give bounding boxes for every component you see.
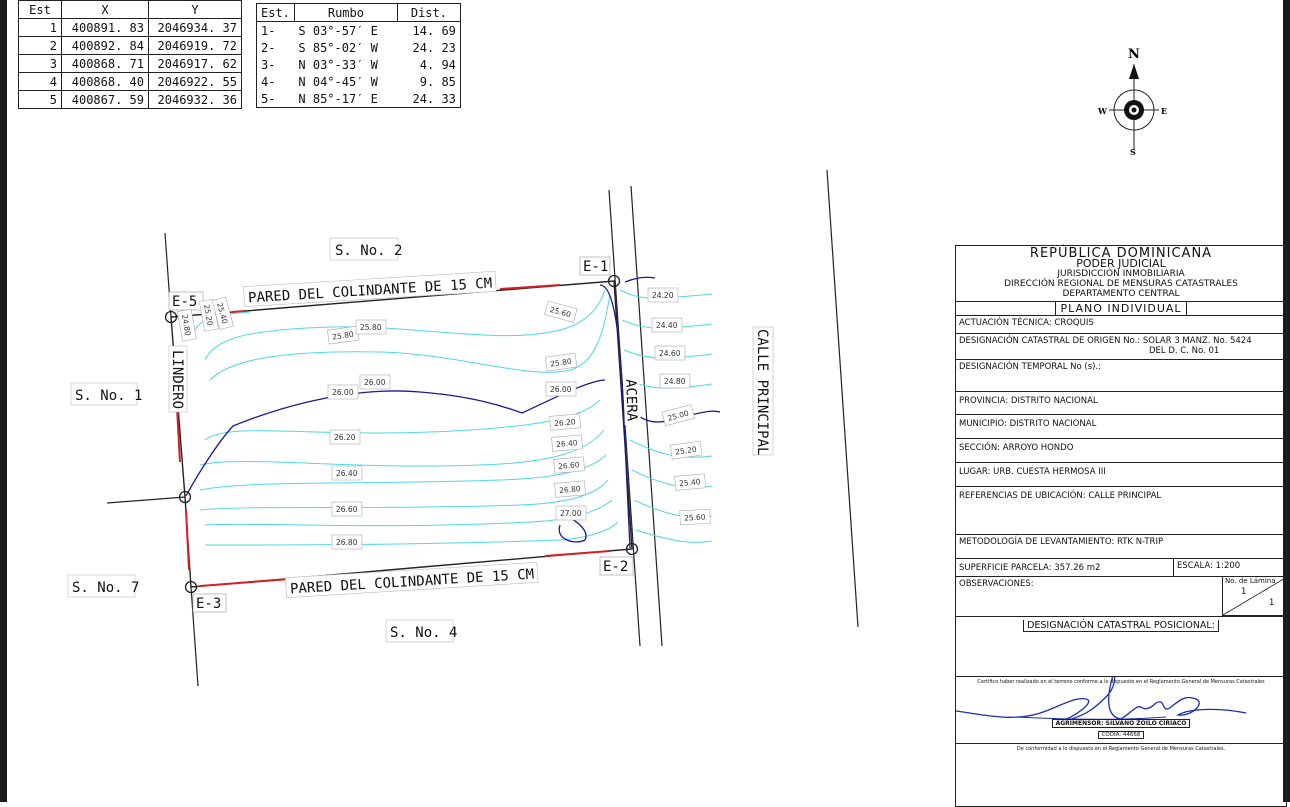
vertex-label-e5: E-5 (172, 294, 197, 310)
neighbor-label-s1: S. No. 1 (75, 388, 142, 404)
contour-label: 26.00 (332, 388, 354, 397)
compass-s: S (1130, 147, 1136, 157)
observaciones-row: OBSERVACIONES: No. de Lámina 1 1 (956, 576, 1287, 616)
signature-row: Certifico haber realizado en el terreno … (956, 676, 1286, 743)
contour-label: 24.80 (664, 377, 686, 386)
agrimensor-text: AGRIMENSOR: SILVANO ZOILO CIRIACO (1051, 719, 1191, 728)
lamina-box: No. de Lámina 1 1 (1222, 577, 1287, 616)
acera-label: ACERA (622, 379, 639, 422)
parcel-polygon (170, 280, 633, 588)
escala-text: ESCALA: 1:200 (1173, 559, 1243, 576)
posicional-text: DESIGNACIÓN CATASTRAL POSICIONAL: (1023, 620, 1219, 632)
title-header: REPÚBLICA DOMINICANA PODER JUDICIAL JURI… (956, 247, 1286, 299)
north-arrow-icon: N S E W (1097, 47, 1167, 157)
lamina-number: 1 (1241, 587, 1247, 597)
vertex-label-e2: E-2 (603, 559, 628, 575)
contour-label: 26.20 (334, 433, 356, 442)
contour-label: 26.00 (364, 378, 386, 387)
neighbor-label-s4: S. No. 4 (390, 625, 457, 641)
contour-label: 26.40 (556, 438, 578, 449)
actuacion-row: ACTUACIÓN TÉCNICA: CROQUIS (956, 315, 1286, 333)
temporal-text: DESIGNACIÓN TEMPORAL No (s).: (959, 362, 1102, 372)
contour-label: 25.60 (684, 512, 706, 522)
referencias-row: REFERENCIAS DE UBICACIÓN: CALLE PRINCIPA… (956, 486, 1286, 534)
codia-line: CODIA: 44668 (956, 731, 1286, 739)
contour-label: 26.60 (336, 505, 358, 514)
municipio-text: MUNICIPIO: DISTRITO NACIONAL (959, 419, 1097, 429)
neighbor-label-s2: S. No. 2 (335, 243, 402, 259)
contour-label: 26.00 (550, 385, 572, 394)
origen-text-2: DEL D. C. No. 01 (1149, 346, 1220, 356)
conformidad-row: De conformidad a lo dispuesto en el Regl… (956, 743, 1286, 806)
contour-label: 26.20 (554, 417, 576, 428)
direction-title: DIRECCIÓN REGIONAL DE MENSURAS CATASTRAL… (1004, 279, 1238, 289)
power-title: PODER JUDICIAL (1076, 257, 1166, 270)
compass-w: W (1097, 106, 1108, 116)
compass-e: E (1161, 106, 1167, 116)
origen-text: DESIGNACIÓN CATASTRAL DE ORIGEN No.: SOL… (959, 336, 1252, 346)
vertex-label-e1: E-1 (583, 259, 608, 275)
compass-n: N (1128, 47, 1140, 62)
lamina-total: 1 (1269, 598, 1275, 608)
neighbor-label-s7: S. No. 7 (72, 580, 139, 596)
contour-label: 26.60 (558, 460, 580, 471)
contour-label: 27.00 (560, 509, 582, 518)
metodologia-text: METODOLOGÍA DE LEVANTAMIENTO: RTK N-TRIP (959, 537, 1164, 547)
codia-text: CODIA: 44668 (1097, 731, 1145, 739)
origen-row: DESIGNACIÓN CATASTRAL DE ORIGEN No.: SOL… (956, 333, 1286, 359)
actuacion-text: ACTUACIÓN TÉCNICA: CROQUIS (959, 318, 1094, 328)
contour-label: 25.40 (679, 477, 701, 488)
lamina-label: No. de Lámina (1225, 577, 1276, 585)
temporal-row: DESIGNACIÓN TEMPORAL No (s).: (956, 359, 1286, 391)
contour-label: 24.20 (652, 291, 674, 300)
superficie-text: SUPERFICIE PARCELA: 357.26 m2 (959, 563, 1101, 573)
seccion-row: SECCIÓN: ARROYO HONDO (956, 438, 1286, 462)
seccion-text: SECCIÓN: ARROYO HONDO (959, 443, 1074, 453)
contour-label: 26.80 (336, 538, 358, 547)
contour-label: 24.60 (659, 349, 681, 358)
referencias-text: REFERENCIAS DE UBICACIÓN: CALLE PRINCIPA… (959, 491, 1162, 501)
plan-type-row: PLANO INDIVIDUAL (956, 301, 1286, 315)
conformidad-text: De conformidad a lo dispuesto en el Regl… (1016, 746, 1226, 752)
agrimensor-line: AGRIMENSOR: SILVANO ZOILO CIRIACO (956, 719, 1286, 728)
calle-principal-label: CALLE PRINCIPAL (754, 329, 770, 455)
lugar-text: LUGAR: URB. CUESTA HERMOSA III (959, 467, 1106, 477)
jurisdiction-title: JURISDICCIÓN INMOBILIARIA (1057, 269, 1185, 279)
contour-label: 25.80 (360, 323, 382, 332)
lugar-row: LUGAR: URB. CUESTA HERMOSA III (956, 462, 1286, 486)
contour-label: 26.40 (336, 469, 358, 478)
plan-type: PLANO INDIVIDUAL (1055, 302, 1187, 315)
boundary-line (106, 496, 186, 504)
provincia-row: PROVINCIA: DISTRITO NACIONAL (956, 391, 1286, 414)
site-plan: E-1 E-2 E-3 E-5 S. No. 2 S. No. 1 S. No.… (67, 169, 859, 687)
department-title: DEPARTAMENTO CENTRAL (1062, 289, 1180, 299)
observaciones-text: OBSERVACIONES: (959, 579, 1034, 589)
lindero-label: LINDERO (169, 350, 185, 409)
superficie-row: SUPERFICIE PARCELA: 357.26 m2 ESCALA: 1:… (956, 558, 1286, 576)
posicional-row: DESIGNACIÓN CATASTRAL POSICIONAL: (956, 616, 1286, 676)
contour-label: 24.40 (656, 321, 678, 330)
title-block: REPÚBLICA DOMINICANA PODER JUDICIAL JURI… (955, 245, 1287, 807)
street-edge-line (826, 169, 859, 628)
vertex-label-e3: E-3 (196, 596, 221, 612)
metodologia-row: METODOLOGÍA DE LEVANTAMIENTO: RTK N-TRIP (956, 534, 1286, 558)
provincia-text: PROVINCIA: DISTRITO NACIONAL (959, 396, 1098, 406)
contour-label: 26.80 (559, 484, 581, 495)
municipio-row: MUNICIPIO: DISTRITO NACIONAL (956, 414, 1286, 438)
